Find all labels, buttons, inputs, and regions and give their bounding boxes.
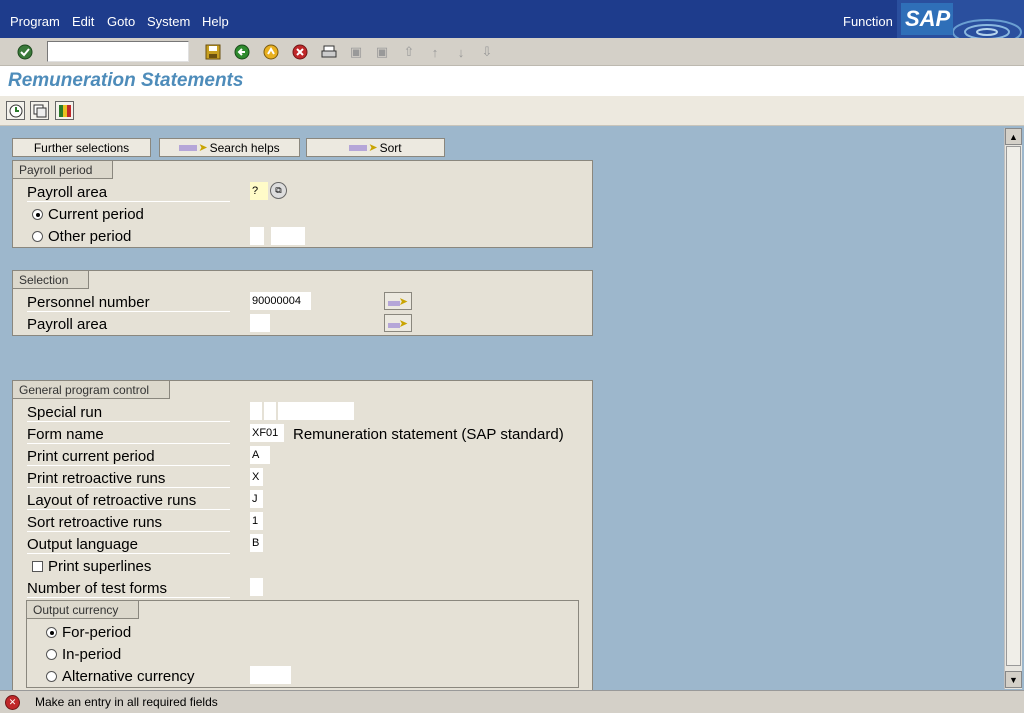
print-retroactive-runs-label: Print retroactive runs — [27, 470, 230, 488]
output-language-label: Output language — [27, 536, 230, 554]
sort-label: Sort — [379, 140, 402, 155]
number-test-forms-field[interactable] — [250, 578, 263, 596]
alternative-currency-label: Alternative currency — [62, 668, 195, 685]
in-period-label: In-period — [62, 646, 122, 663]
sap-logo-text: SAP — [901, 3, 953, 35]
menu-edit[interactable]: Edit — [72, 14, 94, 29]
multiple-selection-button[interactable]: ➤ — [384, 314, 412, 332]
command-field[interactable] — [47, 41, 189, 62]
layout-retroactive-runs-label: Layout of retroactive runs — [27, 492, 230, 510]
find-next-icon: ▣ — [375, 44, 389, 59]
payroll-area-field[interactable]: ? — [250, 182, 268, 200]
form-name-label: Form name — [27, 426, 230, 444]
multiple-selection-button[interactable]: ➤ — [384, 292, 412, 310]
payroll-area-label: Payroll area — [27, 184, 230, 202]
current-period-label: Current period — [48, 206, 144, 223]
menu-help[interactable]: Help — [202, 14, 229, 29]
standard-toolbar: ▣ ▣ ⇧ ↑ ↓ ⇩ — [0, 38, 1024, 66]
special-run-label: Special run — [27, 404, 230, 422]
menu-program[interactable]: Program — [10, 14, 60, 29]
selection-payroll-area-field[interactable] — [250, 314, 270, 332]
other-period-label: Other period — [48, 228, 132, 245]
possible-entries-icon[interactable]: ⧉ — [270, 182, 287, 199]
output-language-field[interactable]: B — [250, 534, 263, 552]
further-selections-button[interactable]: Further selections — [12, 138, 151, 157]
purple-bar-icon — [179, 144, 198, 151]
alternative-currency-radio[interactable] — [46, 671, 57, 682]
arrow-right-icon: ➤ — [198, 142, 208, 154]
selection-options-icon[interactable] — [55, 101, 74, 120]
special-run-type-field[interactable] — [250, 402, 262, 420]
print-current-period-label: Print current period — [27, 448, 230, 466]
further-selections-label: Further selections — [33, 140, 130, 155]
status-bar: ✕ Make an entry in all required fields — [0, 690, 1024, 713]
for-period-radio[interactable] — [46, 627, 57, 638]
selection-title: Selection — [13, 271, 90, 289]
find-icon: ▣ — [349, 44, 363, 59]
cancel-icon[interactable] — [291, 43, 309, 61]
form-name-field[interactable]: XF01 — [250, 424, 284, 442]
purple-bar-icon — [349, 144, 368, 151]
other-period-year-field[interactable] — [271, 227, 305, 245]
current-period-radio[interactable] — [32, 209, 43, 220]
sap-logo: SAP — [897, 0, 1024, 38]
menu-bar: Program Edit Goto System Help Function S… — [0, 0, 1024, 38]
alternative-currency-field[interactable] — [250, 666, 291, 684]
search-helps-label: Search helps — [209, 140, 280, 155]
save-icon[interactable] — [204, 43, 222, 61]
selection-payroll-area-label: Payroll area — [27, 316, 108, 333]
first-page-icon: ⇧ — [403, 44, 415, 59]
arrow-right-icon: ➤ — [368, 142, 378, 154]
print-retroactive-runs-field[interactable]: X — [250, 468, 263, 486]
layout-retroactive-runs-field[interactable]: J — [250, 490, 263, 508]
vertical-scrollbar[interactable]: ▲ ▼ — [1004, 128, 1022, 689]
scroll-down-icon[interactable]: ▼ — [1005, 671, 1022, 688]
menu-goto[interactable]: Goto — [107, 14, 135, 29]
last-page-icon: ⇩ — [481, 44, 493, 59]
special-run-id-field[interactable] — [278, 402, 354, 420]
search-helps-button[interactable]: ➤ Search helps — [159, 138, 300, 157]
sort-retroactive-runs-field[interactable]: 1 — [250, 512, 263, 530]
form-name-description: Remuneration statement (SAP standard) — [293, 426, 564, 443]
special-run-date-field[interactable] — [264, 402, 276, 420]
execute-icon[interactable] — [6, 101, 25, 120]
status-message: Make an entry in all required fields — [35, 695, 218, 709]
scroll-up-icon[interactable]: ▲ — [1005, 128, 1022, 145]
enter-icon[interactable] — [16, 43, 34, 61]
purple-bar-icon — [388, 323, 400, 328]
purple-bar-icon — [388, 301, 400, 306]
for-period-label: For-period — [62, 624, 132, 641]
next-page-icon: ↓ — [457, 44, 465, 60]
print-icon[interactable] — [320, 43, 338, 61]
application-toolbar — [0, 96, 1024, 126]
personnel-number-field[interactable]: 90000004 — [250, 292, 311, 310]
print-superlines-checkbox[interactable] — [32, 561, 43, 572]
number-test-forms-label: Number of test forms — [27, 580, 230, 598]
previous-page-icon: ↑ — [431, 44, 439, 60]
personnel-number-label: Personnel number — [27, 294, 230, 312]
in-period-radio[interactable] — [46, 649, 57, 660]
arrow-right-icon: ➤ — [398, 295, 408, 308]
menu-system[interactable]: System — [147, 14, 190, 29]
exit-icon[interactable] — [262, 43, 280, 61]
print-current-period-field[interactable]: A — [250, 446, 270, 464]
menu-function[interactable]: Function — [843, 14, 893, 29]
get-variant-icon[interactable] — [30, 101, 49, 120]
payroll-period-title: Payroll period — [13, 161, 114, 179]
general-program-control-title: General program control — [13, 381, 171, 399]
sort-retroactive-runs-label: Sort retroactive runs — [27, 514, 230, 532]
page-title: Remuneration Statements — [8, 70, 244, 91]
output-currency-title: Output currency — [27, 601, 140, 619]
title-bar: Remuneration Statements — [0, 66, 1024, 96]
error-icon: ✕ — [5, 695, 20, 710]
other-period-month-field[interactable] — [250, 227, 264, 245]
scroll-thumb[interactable] — [1006, 146, 1021, 666]
other-period-radio[interactable] — [32, 231, 43, 242]
arrow-right-icon: ➤ — [398, 317, 408, 330]
back-icon[interactable] — [233, 43, 251, 61]
sort-button[interactable]: ➤ Sort — [306, 138, 445, 157]
print-superlines-label: Print superlines — [48, 558, 152, 575]
